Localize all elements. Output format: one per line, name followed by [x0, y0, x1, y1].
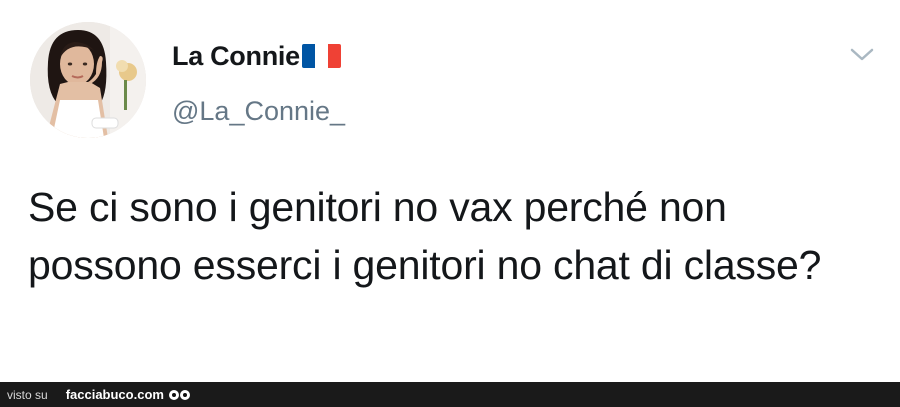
eyes-icon [168, 389, 190, 400]
tweet-card: La Connie @La_Connie_ Se ci sono i genit… [0, 0, 900, 382]
site-label[interactable]: facciabuco.com [66, 387, 164, 402]
avatar-photo [30, 22, 146, 138]
visto-label: visto su [7, 387, 48, 402]
watermark-bar: visto su facciabuco.com [0, 382, 900, 407]
display-name-row: La Connie [172, 38, 341, 74]
display-name[interactable]: La Connie [172, 41, 300, 72]
tweet-text: Se ci sono i genitori no vax perché non … [28, 184, 822, 288]
chevron-down-icon[interactable] [848, 44, 876, 64]
france-flag-icon [301, 44, 341, 68]
user-handle[interactable]: @La_Connie_ [172, 96, 345, 127]
avatar[interactable] [30, 22, 146, 138]
